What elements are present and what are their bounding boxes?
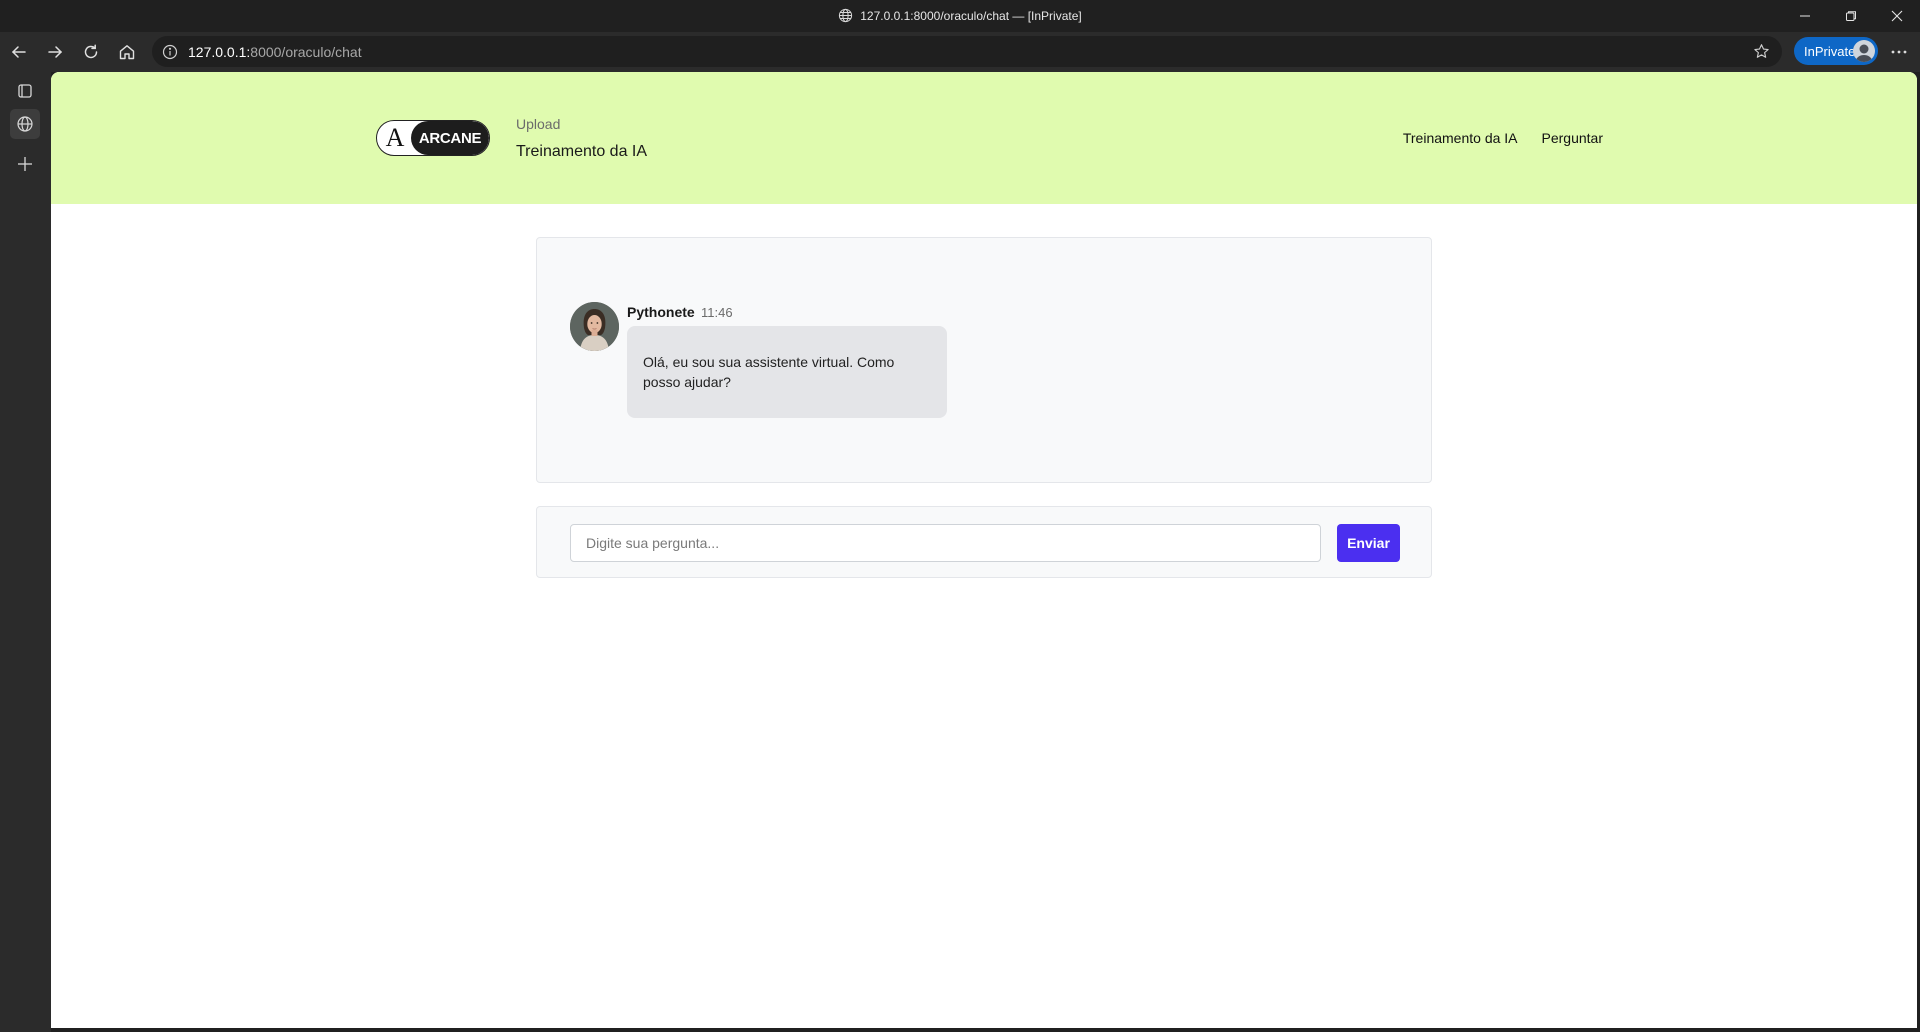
- close-window-button[interactable]: [1874, 0, 1920, 32]
- composer-panel: Enviar: [536, 506, 1432, 578]
- window-title: 127.0.0.1:8000/oraculo/chat — [InPrivate…: [0, 8, 1920, 23]
- nav-link-treinamento[interactable]: Treinamento da IA: [1403, 130, 1518, 146]
- woman-avatar-icon: [570, 302, 619, 351]
- window-title-text: 127.0.0.1:8000/oraculo/chat — [InPrivate…: [860, 8, 1082, 23]
- url-host: 127.0.0.1:: [188, 43, 251, 60]
- header-subtitle: Upload: [516, 116, 561, 132]
- active-tab-button[interactable]: [10, 109, 40, 139]
- url-text[interactable]: 127.0.0.1:8000/oraculo/chat: [188, 44, 362, 60]
- main-nav: Treinamento da IA Perguntar: [1403, 130, 1603, 146]
- plus-icon: [18, 157, 32, 171]
- send-button[interactable]: Enviar: [1337, 524, 1400, 562]
- tabs-icon: [18, 84, 32, 98]
- minimize-button[interactable]: [1782, 0, 1828, 32]
- message-author: Pythonete: [627, 304, 695, 320]
- minimize-icon: [1800, 15, 1810, 17]
- site-header: A ARCANE Upload Treinamento da IA Treina…: [51, 72, 1917, 204]
- info-icon[interactable]: [162, 44, 178, 60]
- logo-mark: A: [385, 123, 405, 152]
- question-input[interactable]: [570, 524, 1321, 562]
- close-icon: [1891, 10, 1903, 22]
- home-button[interactable]: [113, 38, 141, 66]
- restore-icon: [1846, 11, 1856, 21]
- address-bar[interactable]: 127.0.0.1:8000/oraculo/chat: [152, 36, 1782, 67]
- inprivate-label: InPrivate: [1804, 43, 1856, 59]
- page-viewport: A ARCANE Upload Treinamento da IA Treina…: [51, 72, 1917, 1028]
- window-controls: [1782, 0, 1920, 32]
- globe-icon: [839, 8, 853, 23]
- arrow-left-icon: [11, 46, 26, 58]
- globe-icon: [17, 116, 33, 132]
- back-button[interactable]: [5, 38, 33, 66]
- forward-button[interactable]: [41, 38, 69, 66]
- arrow-right-icon: [48, 46, 63, 58]
- arcane-logo[interactable]: A ARCANE: [376, 120, 490, 156]
- nav-link-perguntar[interactable]: Perguntar: [1542, 130, 1603, 146]
- ellipsis-icon: [1891, 50, 1907, 54]
- browser-toolbar: 127.0.0.1:8000/oraculo/chat InPrivate: [0, 32, 1920, 72]
- favorite-star-icon[interactable]: [1753, 43, 1770, 60]
- restore-button[interactable]: [1828, 0, 1874, 32]
- more-options-button[interactable]: [1886, 40, 1912, 64]
- home-icon: [119, 45, 135, 60]
- new-tab-button[interactable]: [10, 149, 40, 179]
- window-titlebar: 127.0.0.1:8000/oraculo/chat — [InPrivate…: [0, 0, 1920, 32]
- message-bubble: Olá, eu sou sua assistente virtual. Como…: [627, 326, 947, 418]
- refresh-button[interactable]: [77, 38, 105, 66]
- inprivate-button[interactable]: InPrivate: [1794, 37, 1878, 65]
- profile-avatar-icon: [1853, 40, 1875, 62]
- message-time: 11:46: [701, 305, 733, 320]
- logo-wordmark: ARCANE: [411, 121, 489, 155]
- chat-panel: Pythonete 11:46 Olá, eu sou sua assisten…: [536, 237, 1432, 483]
- url-path: 8000/oraculo/chat: [250, 43, 362, 60]
- tab-actions-button[interactable]: [10, 76, 40, 106]
- header-title: Treinamento da IA: [516, 143, 648, 160]
- browser-sidebar: [0, 72, 51, 1032]
- refresh-icon: [84, 44, 98, 59]
